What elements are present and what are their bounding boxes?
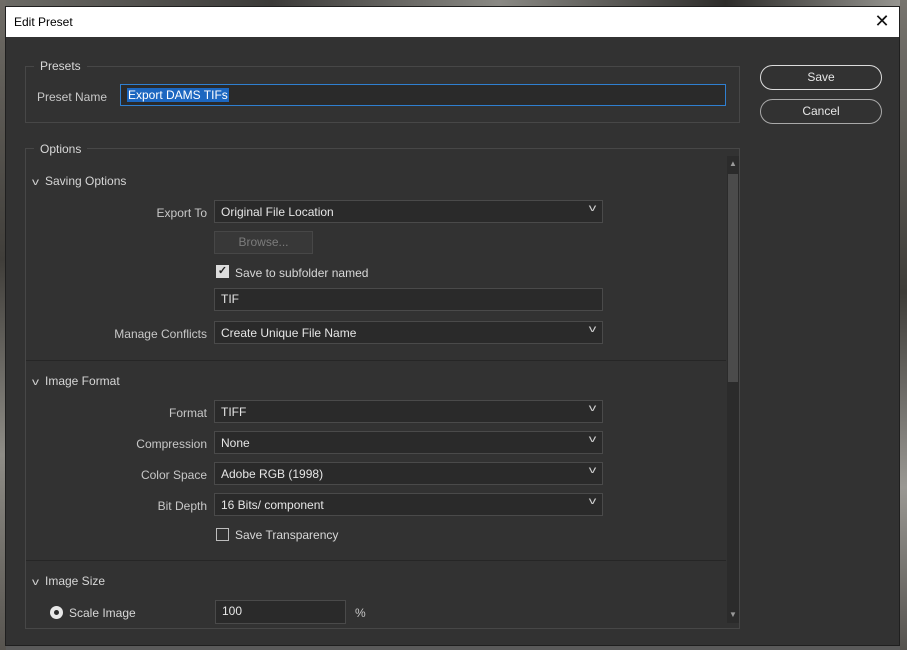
chevron-down-icon: v [588,496,597,507]
image-format-header[interactable]: v Image Format [32,374,120,388]
scale-value: 100 [222,604,243,618]
compression-select[interactable]: None v [214,431,603,454]
scale-unit: % [355,606,366,620]
chevron-down-icon: v [588,434,597,445]
section-divider [26,360,726,361]
collapse-caret-icon: v [32,577,39,588]
collapse-caret-icon: v [32,177,39,188]
color-space-select[interactable]: Adobe RGB (1998) v [214,462,603,485]
preset-name-input[interactable]: Export DAMS TIFs [120,84,726,106]
save-to-subfolder-checkbox[interactable]: ✓ [216,265,229,278]
collapse-caret-icon: v [32,377,39,388]
preset-name-value: Export DAMS TIFs [127,88,229,102]
scale-image-radio[interactable] [50,606,63,619]
subfolder-name-input[interactable]: TIF [214,288,603,311]
scale-image-label: Scale Image [69,606,136,620]
saving-options-header[interactable]: v Saving Options [32,174,127,188]
section-divider [26,560,726,561]
options-scrollbar[interactable]: ▲ ▼ [727,156,739,623]
color-space-value: Adobe RGB (1998) [221,467,324,481]
dialog-title: Edit Preset [14,15,73,29]
format-select[interactable]: TIFF v [214,400,603,423]
saving-options-title: Saving Options [45,174,127,188]
title-bar: Edit Preset ✕ [6,7,899,37]
cancel-button[interactable]: Cancel [760,99,882,124]
manage-conflicts-select[interactable]: Create Unique File Name v [214,321,603,344]
manage-conflicts-value: Create Unique File Name [221,326,357,340]
image-size-title: Image Size [45,574,106,588]
scrollbar-thumb[interactable] [728,174,738,382]
chevron-down-icon: v [588,465,597,476]
format-label: Format [168,406,207,420]
edit-preset-dialog: Edit Preset ✕ Presets Preset Name Export… [5,6,900,646]
export-to-select[interactable]: Original File Location v [214,200,603,223]
background-window-right [900,0,907,650]
save-to-subfolder-label: Save to subfolder named [235,266,369,280]
manage-conflicts-label: Manage Conflicts [114,327,207,341]
compression-label: Compression [136,437,207,451]
browse-label: Browse... [238,235,289,249]
bit-depth-value: 16 Bits/ component [221,498,324,512]
save-transparency-checkbox[interactable] [216,528,229,541]
presets-group-label: Presets [34,59,87,73]
color-space-label: Color Space [140,468,207,482]
scroll-down-icon[interactable]: ▼ [727,609,739,621]
format-value: TIFF [221,405,247,419]
bit-depth-label: Bit Depth [157,499,207,513]
chevron-down-icon: v [588,324,597,335]
scale-value-input[interactable]: 100 [215,600,346,624]
image-format-title: Image Format [45,374,120,388]
save-button[interactable]: Save [760,65,882,90]
browse-button[interactable]: Browse... [214,231,313,254]
image-size-header[interactable]: v Image Size [32,574,106,588]
export-to-value: Original File Location [221,205,334,219]
save-transparency-label: Save Transparency [235,528,339,542]
chevron-down-icon: v [588,403,597,414]
options-group-label: Options [34,142,88,156]
export-to-label: Export To [156,206,207,220]
scroll-up-icon[interactable]: ▲ [727,158,739,170]
bit-depth-select[interactable]: 16 Bits/ component v [214,493,603,516]
chevron-down-icon: v [588,203,597,214]
compression-value: None [221,436,250,450]
presets-group: Presets Preset Name Export DAMS TIFs [25,59,740,123]
subfolder-name-value: TIF [221,292,239,306]
close-icon[interactable]: ✕ [871,10,893,32]
preset-name-label: Preset Name [37,90,108,104]
